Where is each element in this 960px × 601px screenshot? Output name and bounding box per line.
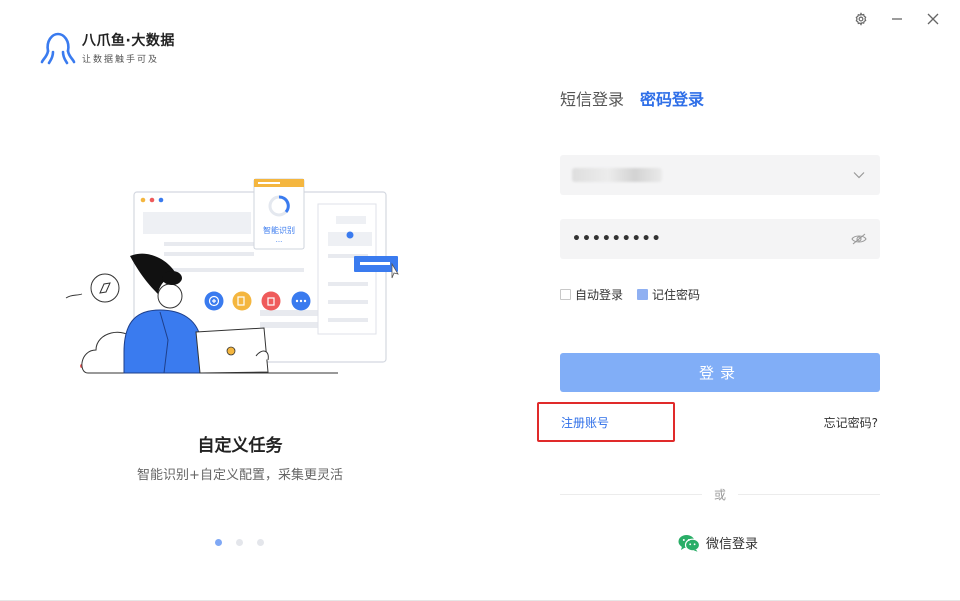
register-highlight-box: 注册账号 xyxy=(537,402,675,442)
auto-login-box[interactable] xyxy=(560,289,571,300)
smart-card-more: ... xyxy=(276,236,283,244)
wechat-login-label: 微信登录 xyxy=(706,537,759,552)
carousel-indicator xyxy=(215,539,264,546)
login-button[interactable]: 登录 xyxy=(560,353,880,392)
minimize-icon[interactable] xyxy=(886,8,908,30)
feature-illustration: 智能识别 ... xyxy=(60,170,420,380)
login-tabs: 短信登录 密码登录 xyxy=(560,86,704,110)
carousel-dot-2[interactable] xyxy=(236,539,243,546)
tab-password-login[interactable]: 密码登录 xyxy=(640,86,704,110)
carousel-dot-3[interactable] xyxy=(257,539,264,546)
login-options: 自动登录 记住密码 xyxy=(560,286,700,303)
gear-icon[interactable] xyxy=(850,8,872,30)
or-divider: 或 xyxy=(560,486,881,502)
login-window: 八爪鱼·大数据 让数据触手可及 智能识别 ... 自定义任务 智能识别+自定义配… xyxy=(0,0,960,601)
window-controls xyxy=(850,8,944,30)
wechat-login-button[interactable]: 微信登录 xyxy=(678,533,758,552)
feature-description: 智能识别+自定义配置，采集更灵活 xyxy=(137,468,343,483)
or-label: 或 xyxy=(714,487,727,502)
app-subtitle: 让数据触手可及 xyxy=(82,55,160,65)
feature-title: 自定义任务 xyxy=(197,436,283,456)
username-field[interactable] xyxy=(560,155,880,195)
divider-line-right xyxy=(738,493,881,495)
remember-password-label: 记住密码 xyxy=(652,288,701,302)
chevron-down-icon[interactable] xyxy=(850,166,868,184)
divider-line-left xyxy=(560,493,702,495)
tab-sms-login[interactable]: 短信登录 xyxy=(560,86,624,110)
smart-card-label: 智能识别 xyxy=(263,225,295,235)
password-field[interactable]: ••••••••• xyxy=(560,219,880,259)
forgot-password-link[interactable]: 忘记密码? xyxy=(824,414,878,431)
remember-password-box[interactable] xyxy=(637,289,649,300)
remember-password-checkbox[interactable]: 记住密码 xyxy=(637,286,700,303)
app-logo: 八爪鱼·大数据 让数据触手可及 xyxy=(40,30,175,65)
auto-login-checkbox[interactable]: 自动登录 xyxy=(560,286,623,303)
close-icon[interactable] xyxy=(922,8,944,30)
auto-login-label: 自动登录 xyxy=(575,288,624,302)
username-value[interactable] xyxy=(572,168,850,182)
register-link[interactable]: 注册账号 xyxy=(561,414,609,431)
octopus-logo-icon xyxy=(40,32,76,64)
eye-slash-icon[interactable] xyxy=(850,230,868,248)
password-value[interactable]: ••••••••• xyxy=(572,231,850,247)
app-title: 八爪鱼·大数据 xyxy=(82,33,175,49)
carousel-dot-1[interactable] xyxy=(215,539,222,546)
wechat-icon xyxy=(678,534,700,552)
username-redacted xyxy=(572,168,662,182)
